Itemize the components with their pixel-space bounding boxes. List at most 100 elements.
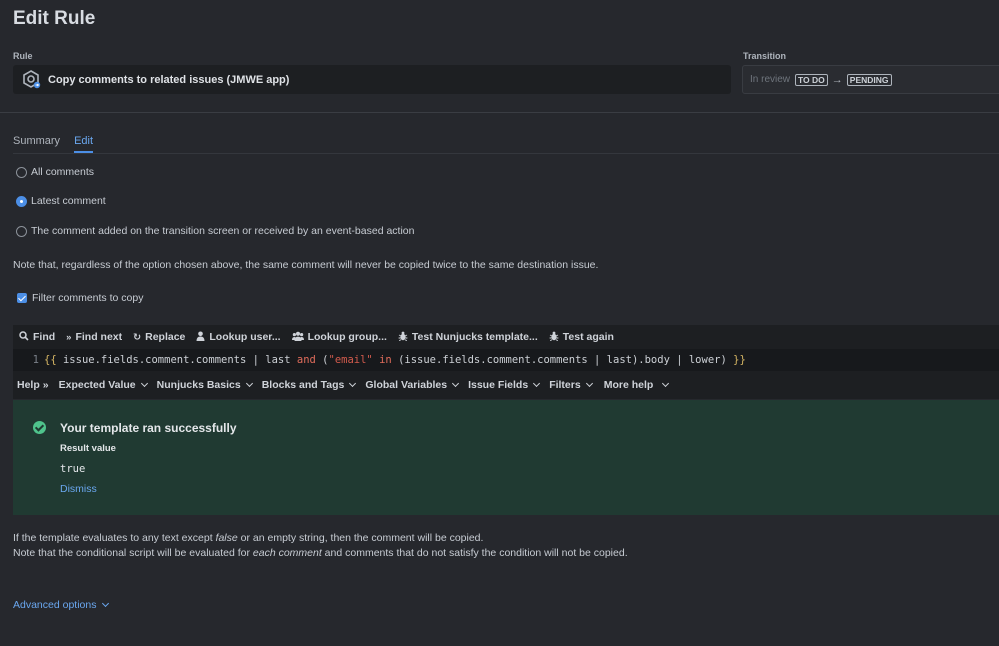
lookup-user-button[interactable]: Lookup user...	[196, 331, 281, 344]
option-all-comments-label: All comments	[31, 166, 95, 178]
replace-icon: ↻	[133, 331, 142, 343]
chevron-down-icon	[662, 379, 670, 388]
search-icon	[19, 330, 29, 344]
chevron-down-icon	[102, 599, 110, 608]
menu-label: Nunjucks Basics	[156, 379, 241, 391]
rule-label: Rule	[13, 51, 33, 61]
menu-more-help[interactable]: More help	[603, 379, 670, 391]
find-next-button[interactable]: » Find next	[66, 331, 122, 343]
bug-icon	[398, 331, 408, 344]
double-chevron-icon: »	[42, 379, 49, 391]
menu-label: Global Variables	[365, 379, 448, 391]
code-close-brace: }}	[733, 354, 746, 366]
replace-button[interactable]: ↻ Replace	[133, 331, 185, 343]
menu-label: Issue Fields	[468, 379, 529, 391]
menu-expected-value[interactable]: Expected Value	[58, 379, 148, 391]
user-icon	[196, 331, 205, 344]
explanation-line-1: If the template evaluates to any text ex…	[13, 532, 483, 544]
menu-label: More help	[603, 379, 654, 391]
double-chevron-icon: »	[66, 331, 72, 343]
lookup-user-label: Lookup user...	[209, 331, 281, 343]
chevron-down-icon	[245, 379, 253, 388]
find-button[interactable]: Find	[19, 330, 56, 344]
test-again-label: Test again	[562, 331, 614, 343]
users-icon	[291, 331, 304, 344]
result-value-label: Result value	[60, 443, 116, 454]
menu-global-variables[interactable]: Global Variables	[365, 379, 460, 391]
explanation-emphasis: false	[215, 532, 238, 544]
menu-filters[interactable]: Filters	[549, 379, 593, 391]
help-label: Help »	[17, 379, 49, 391]
explanation-text: or an empty string, then the comment wil…	[237, 532, 484, 544]
radio-all-comments[interactable]	[16, 166, 27, 178]
chevron-down-icon	[533, 379, 541, 388]
menu-blocks-and-tags[interactable]: Blocks and Tags	[261, 379, 357, 391]
option-transition-comment-label: The comment added on the transition scre…	[31, 225, 415, 237]
line-number: 1	[32, 354, 39, 366]
status-lozenge-to: PENDING	[846, 73, 892, 86]
test-template-label: Test Nunjucks template...	[411, 331, 538, 343]
result-panel	[13, 400, 999, 515]
option-all-comments[interactable]: All comments	[16, 166, 94, 178]
option-transition-comment[interactable]: The comment added on the transition scre…	[16, 225, 414, 237]
tab-bar: Summary Edit	[13, 135, 94, 153]
advanced-options-label: Advanced options	[13, 599, 97, 611]
filter-comments-checkbox[interactable]	[17, 293, 27, 303]
radio-latest-comment[interactable]	[16, 195, 27, 207]
rule-icon	[22, 70, 41, 89]
dismiss-link[interactable]: Dismiss	[60, 483, 97, 495]
menu-issue-fields[interactable]: Issue Fields	[468, 379, 541, 391]
explanation-text: Note that the conditional script will be…	[13, 547, 253, 559]
radio-transition-comment[interactable]	[16, 225, 27, 237]
tab-summary[interactable]: Summary	[13, 135, 60, 153]
test-again-button[interactable]: Test again	[549, 331, 614, 344]
tab-divider	[13, 153, 999, 154]
check-circle-icon	[33, 421, 46, 434]
chevron-down-icon	[585, 379, 593, 388]
result-value: true	[60, 463, 86, 475]
transition-from-text: In review	[750, 74, 791, 85]
code-open-brace: {{	[44, 354, 57, 366]
status-lozenge-from: TO DO	[795, 73, 828, 86]
copy-note: Note that, regardless of the option chos…	[13, 259, 599, 271]
editor-toolbar: Find » Find next ↻ Replace Lookup user..…	[13, 325, 999, 349]
rule-name: Copy comments to related issues (JMWE ap…	[48, 73, 290, 86]
chevron-down-icon	[140, 379, 148, 388]
replace-label: Replace	[145, 331, 186, 343]
explanation-text: If the template evaluates to any text ex…	[13, 532, 216, 544]
test-template-button[interactable]: Test Nunjucks template...	[398, 331, 538, 344]
menu-label: Blocks and Tags	[261, 379, 345, 391]
advanced-options-toggle[interactable]: Advanced options	[13, 599, 110, 611]
help-text: Help	[17, 379, 40, 391]
option-latest-comment-label: Latest comment	[31, 195, 106, 207]
code-editor[interactable]: 1 {{ issue.fields.comment.comments | las…	[13, 349, 999, 371]
explanation-text: and comments that do not satisfy the con…	[321, 547, 628, 559]
chevron-down-icon	[349, 379, 357, 388]
filter-comments-label: Filter comments to copy	[32, 292, 144, 304]
code-text[interactable]: {{ issue.fields.comment.comments | last …	[44, 354, 746, 366]
page-title: Edit Rule	[13, 8, 96, 29]
result-title: Your template ran successfully	[60, 421, 237, 435]
lookup-group-button[interactable]: Lookup group...	[291, 331, 387, 344]
explanation-line-2: Note that the conditional script will be…	[13, 547, 628, 559]
tab-edit[interactable]: Edit	[74, 135, 94, 153]
explanation-emphasis: each comment	[252, 547, 322, 559]
rule-name-field[interactable]: Copy comments to related issues (JMWE ap…	[13, 65, 731, 94]
bug-icon	[549, 331, 559, 344]
arrow-right-icon: →	[831, 73, 843, 86]
divider	[0, 112, 999, 113]
menu-label: Filters	[549, 379, 581, 391]
find-label: Find	[33, 331, 56, 343]
help-bar: Help » Expected Value Nunjucks Basics Bl…	[13, 371, 999, 399]
code-keyword: and	[296, 354, 316, 366]
option-latest-comment[interactable]: Latest comment	[16, 195, 106, 207]
menu-nunjucks-basics[interactable]: Nunjucks Basics	[156, 379, 253, 391]
menu-label: Expected Value	[58, 379, 136, 391]
code-segment: (	[315, 354, 329, 366]
chevron-down-icon	[452, 379, 460, 388]
code-keyword: in	[379, 354, 392, 366]
find-next-label: Find next	[75, 331, 123, 343]
filter-comments-option[interactable]: Filter comments to copy	[17, 292, 143, 304]
code-segment: (issue.fields.comment.comments | last).b…	[391, 354, 734, 366]
code-string: "email"	[328, 354, 373, 366]
